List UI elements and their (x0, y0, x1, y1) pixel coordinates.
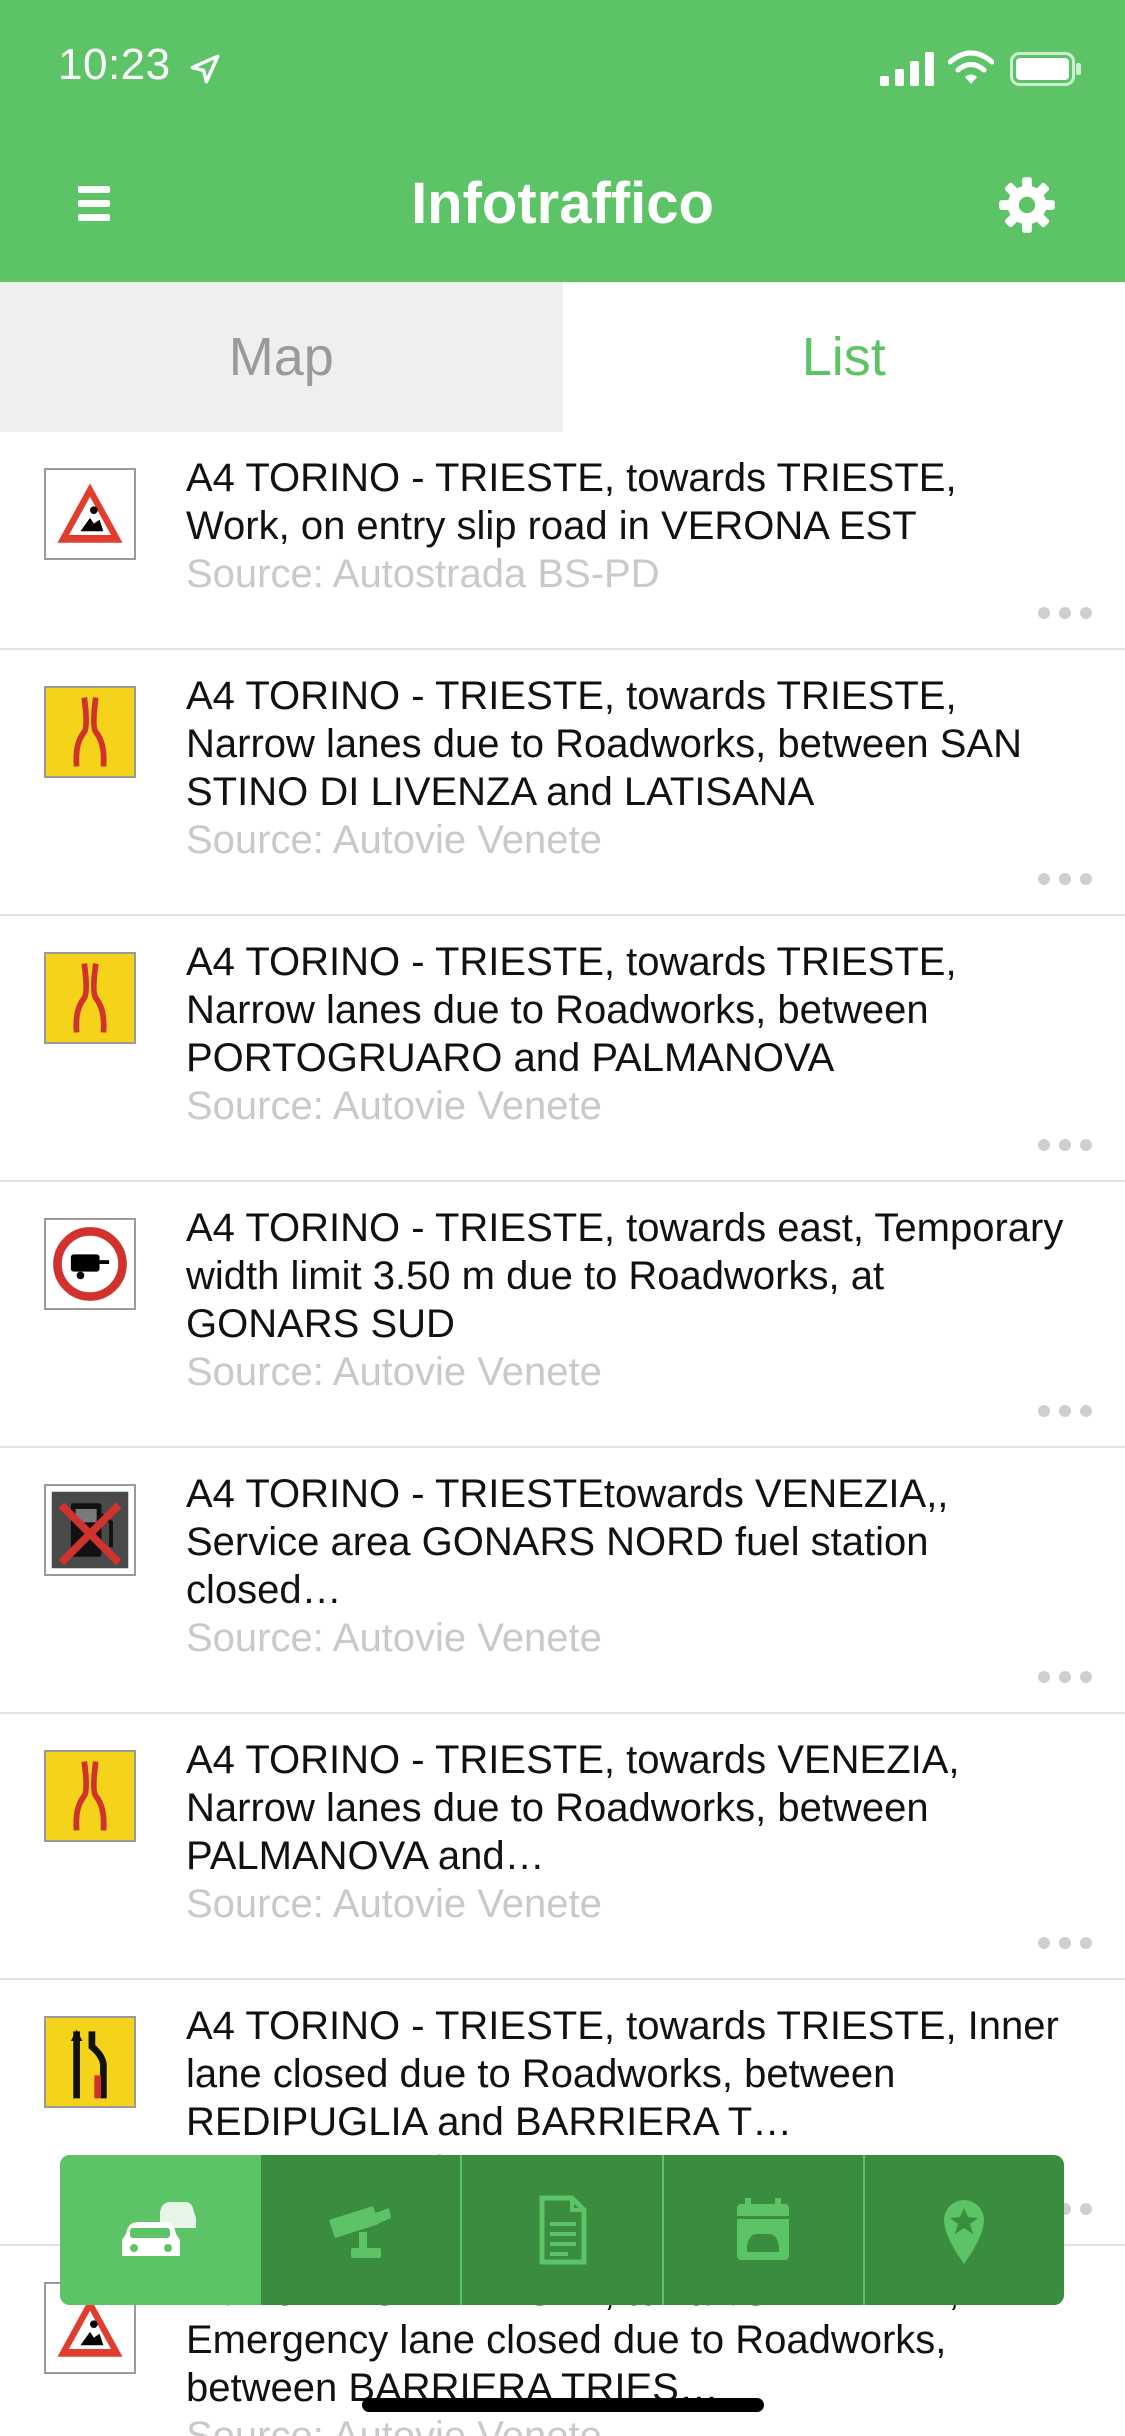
item-text: A4 TORINO - TRIESTE, towards VENEZIA, Na… (186, 1738, 960, 1878)
tab-favorite-places[interactable] (862, 2155, 1064, 2305)
location-arrow-icon (190, 54, 220, 84)
item-source: Source: Autovie Venete (186, 1616, 602, 1660)
app-header: 10:23 Infotraffico (0, 0, 1125, 282)
tab-list[interactable]: List (562, 282, 1125, 432)
tab-traffic[interactable] (60, 2155, 260, 2305)
list-item[interactable]: A4 TORINO - TRIESTE, towards TRIESTE, Na… (0, 916, 1125, 1182)
item-text: A4 TORINO - TRIESTE, towards TRIESTE, Wo… (186, 456, 957, 548)
more-options-icon[interactable] (1037, 1670, 1093, 1684)
item-source: Source: Autostrada BS-PD (186, 552, 660, 596)
no-trailers-sign-icon (44, 1218, 136, 1310)
traffic-camera-icon (328, 2206, 391, 2258)
list-item[interactable]: A4 TORINO - TRIESTE, towards TRIESTE, Wo… (0, 432, 1125, 650)
item-source: Source: Autovie Venete (186, 1084, 602, 1128)
more-options-icon[interactable] (1037, 606, 1093, 620)
favorite-location-icon (944, 2200, 985, 2264)
item-source: Source: Autovie Venete (186, 818, 602, 862)
traffic-event-list: A4 TORINO - TRIESTE, towards TRIESTE, Wo… (0, 432, 1125, 2436)
view-switcher: Map List (0, 282, 1125, 432)
tab-map[interactable]: Map (0, 282, 563, 432)
home-indicator[interactable] (362, 2398, 764, 2412)
status-time: 10:23 (58, 40, 171, 89)
lane-closed-icon (44, 2016, 136, 2108)
calendar-events-icon (737, 2198, 790, 2260)
item-text: A4 TORINO - TRIESTE, towards TRIESTE, In… (186, 2004, 1059, 2144)
battery-icon (1010, 52, 1081, 86)
fuel-station-closed-icon (44, 1484, 136, 1576)
item-source: Source: Autovie Venete (186, 1882, 602, 1926)
item-source: Source: Autovie Venete (186, 1350, 602, 1394)
more-options-icon[interactable] (1037, 1404, 1093, 1418)
tab-events[interactable] (661, 2155, 863, 2305)
more-options-icon[interactable] (1037, 1138, 1093, 1152)
wifi-icon (948, 50, 994, 84)
list-item[interactable]: A4 TORINO - TRIESTE, towards TRIESTE, Na… (0, 650, 1125, 916)
item-text: A4 TORINO - TRIESTEtowards VENEZIA,, Ser… (186, 1472, 949, 1612)
item-source: Source: Autovie Venete (186, 2414, 602, 2436)
cellular-signal-icon (880, 52, 934, 86)
bottom-tab-bar (60, 2155, 1064, 2305)
item-text: A4 TORINO - TRIESTE, towards east, Tempo… (186, 1206, 1064, 1346)
narrow-lanes-icon (44, 1750, 136, 1842)
more-options-icon[interactable] (1037, 1936, 1093, 1950)
list-item[interactable]: A4 TORINO - TRIESTE, towards VENEZIA, Na… (0, 1714, 1125, 1980)
document-icon (539, 2195, 587, 2265)
more-options-icon[interactable] (1037, 872, 1093, 886)
narrow-lanes-icon (44, 686, 136, 778)
tab-webcams[interactable] (259, 2155, 460, 2305)
list-item[interactable]: A4 TORINO - TRIESTEtowards VENEZIA,, Ser… (0, 1448, 1125, 1714)
traffic-cars-icon (121, 2202, 196, 2256)
page-title: Infotraffico (411, 171, 714, 236)
tab-news[interactable] (460, 2155, 661, 2305)
item-text: A4 TORINO - TRIESTE, towards TRIESTE, Na… (186, 940, 957, 1080)
item-text: A4 TORINO - TRIESTE, towards TRIESTE, Na… (186, 674, 1022, 814)
gear-icon[interactable] (998, 176, 1056, 234)
narrow-lanes-icon (44, 952, 136, 1044)
roadwork-warning-icon (44, 468, 136, 560)
list-item[interactable]: A4 TORINO - TRIESTE, towards east, Tempo… (0, 1182, 1125, 1448)
